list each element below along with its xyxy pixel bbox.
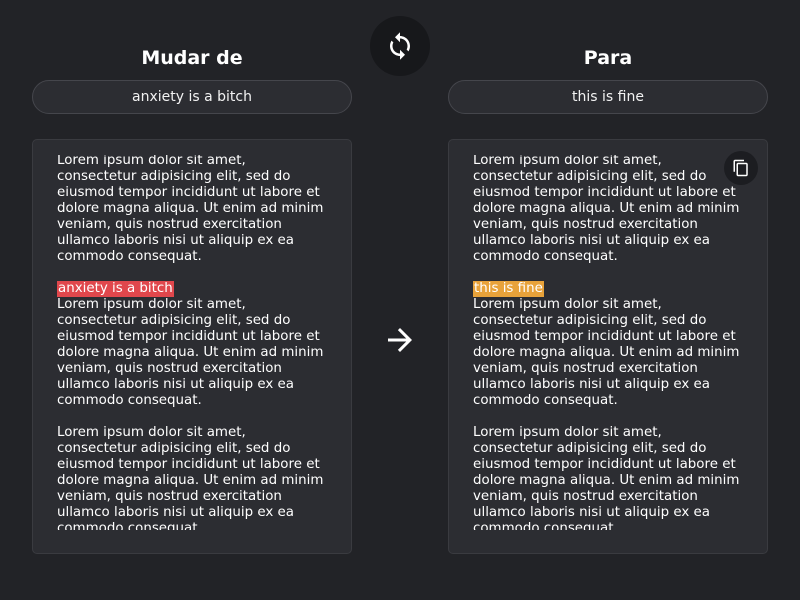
source-input[interactable] [32, 80, 352, 114]
target-paragraph-3: Lorem ipsum dolor sit amet, consectetur … [473, 425, 740, 530]
source-paragraph-2: Lorem ipsum dolor sit amet, consectetur … [57, 297, 324, 408]
swap-arrows-icon [390, 32, 410, 60]
copy-button[interactable] [724, 151, 758, 185]
target-input[interactable] [448, 80, 768, 114]
copy-icon [733, 159, 748, 177]
source-panel: Lorem ipsum dolor sit amet, consectetur … [32, 139, 352, 554]
arrow-right-icon [388, 328, 412, 352]
source-title: Mudar de [141, 47, 243, 69]
target-panel: Lorem ipsum dolor sit amet, consectetur … [448, 139, 768, 554]
source-text-area[interactable]: Lorem ipsum dolor sit amet, consectetur … [57, 155, 327, 530]
target-paragraph-1: Lorem ipsum dolor sit amet, consectetur … [473, 155, 740, 264]
target-text-area[interactable]: Lorem ipsum dolor sit amet, consectetur … [473, 155, 743, 530]
target-title: Para [583, 47, 633, 69]
source-block-2: anxiety is a bitch Lorem ipsum dolor sit… [57, 281, 327, 409]
target-paragraph-2: Lorem ipsum dolor sit amet, consectetur … [473, 297, 740, 408]
swap-button[interactable] [370, 16, 430, 76]
target-highlight: this is fine [473, 281, 544, 297]
source-highlight: anxiety is a bitch [57, 281, 174, 297]
source-paragraph-3: Lorem ipsum dolor sit amet, consectetur … [57, 425, 324, 530]
target-block-2: this is fine Lorem ipsum dolor sit amet,… [473, 281, 743, 409]
source-paragraph-1: Lorem ipsum dolor sit amet, consectetur … [57, 155, 324, 264]
